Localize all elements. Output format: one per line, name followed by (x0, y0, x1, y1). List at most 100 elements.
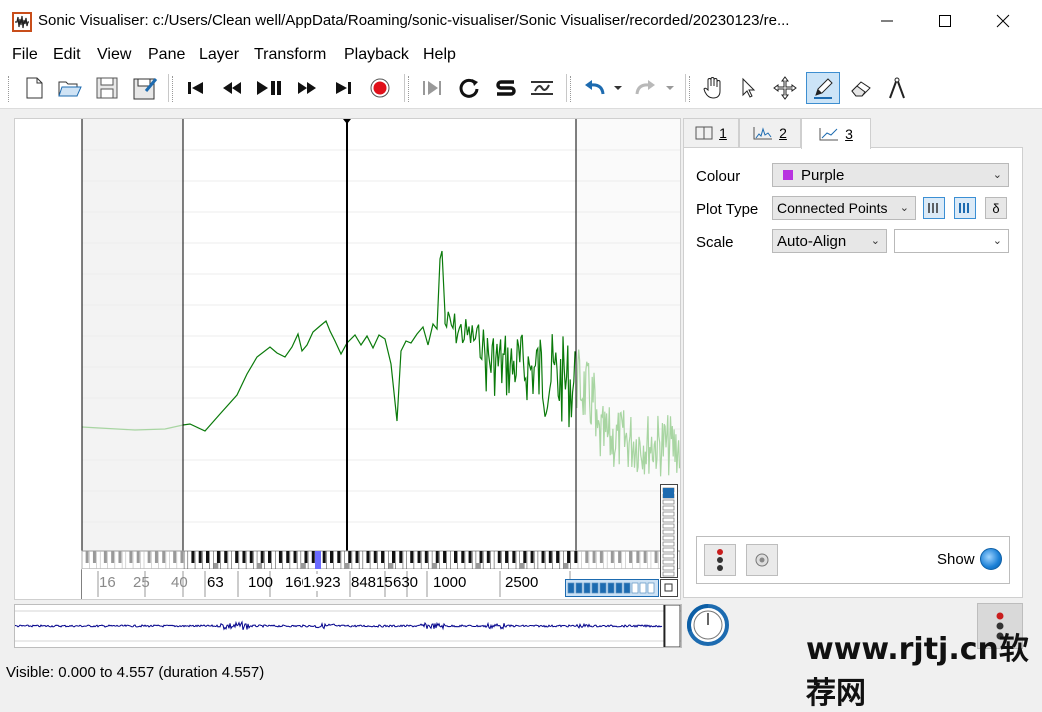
draw-tool[interactable] (806, 72, 840, 104)
horizontal-zoom-thumbwheel[interactable] (565, 579, 659, 597)
playhead-time-label: 1.923 (303, 574, 341, 591)
scale-value: Auto-Align (777, 232, 847, 250)
menu-transform[interactable]: Transform (254, 46, 326, 64)
minimize-button[interactable] (858, 0, 916, 42)
redo-button[interactable] (631, 73, 661, 103)
move-tool[interactable] (770, 73, 800, 103)
vertical-zoom-thumbwheel[interactable] (660, 484, 678, 578)
traffic-light-icon (717, 549, 723, 571)
plot-type-label: Plot Type (696, 201, 759, 218)
erase-icon (851, 81, 871, 97)
colour-label: Colour (696, 168, 741, 185)
play-pause-icon (257, 81, 281, 95)
scale-select[interactable]: Auto-Align ⌄ (772, 229, 887, 253)
open-button[interactable] (55, 73, 85, 103)
play-selection-button[interactable] (417, 73, 447, 103)
overview-waveform[interactable] (14, 604, 682, 648)
fast-forward-icon (298, 82, 316, 94)
navigate-icon (703, 77, 721, 99)
follow-playback-button[interactable] (527, 73, 557, 103)
menu-pane[interactable]: Pane (148, 46, 185, 64)
save-button[interactable] (92, 73, 122, 103)
bins-toggle-button[interactable] (923, 197, 945, 219)
play-layer-button[interactable] (746, 544, 778, 576)
freq-label: 848 (351, 574, 377, 591)
measure-icon (889, 77, 905, 99)
menu-edit[interactable]: Edit (53, 46, 81, 64)
playback-speed-dial[interactable] (686, 603, 730, 647)
tab-label: 3 (845, 126, 853, 142)
undo-icon (585, 80, 605, 95)
erase-tool[interactable] (846, 73, 876, 103)
tab-layer-1[interactable]: 1 (683, 118, 739, 147)
tab-layer-2[interactable]: 2 (739, 118, 801, 147)
solo-button[interactable] (491, 73, 521, 103)
play-pause-button[interactable] (254, 73, 284, 103)
follow-playback-icon (531, 81, 553, 95)
close-button[interactable] (974, 0, 1032, 42)
toolbar-grip[interactable] (689, 76, 693, 102)
colour-swatch (783, 170, 793, 180)
overview-plot (14, 604, 681, 648)
plot-type-value: Connected Points (777, 200, 888, 216)
scale-label: Scale (696, 234, 734, 251)
menu-bar: File Edit View Pane Layer Transform Play… (0, 42, 1042, 68)
plot-type-select[interactable]: Connected Points ⌄ (772, 196, 916, 220)
bars-icon (959, 203, 969, 213)
bars-icon (928, 203, 938, 213)
menu-playback[interactable]: Playback (344, 46, 409, 64)
status-bar-text: Visible: 0.000 to 4.557 (duration 4.557) (6, 664, 265, 681)
layer-property-panel: 1 2 3 Colour Purple ⌄ Plot Type Connecte… (683, 118, 1023, 598)
redo-dropdown[interactable] (661, 73, 679, 103)
scale-unit-select[interactable]: ⌄ (894, 229, 1009, 253)
reset-zoom-button[interactable] (660, 579, 678, 597)
rewind-button[interactable] (217, 73, 247, 103)
rewind-start-button[interactable] (181, 73, 211, 103)
toolbar-grip[interactable] (172, 76, 176, 102)
toolbar-grip[interactable] (8, 76, 12, 102)
play-selection-icon (423, 81, 441, 95)
colour-select[interactable]: Purple ⌄ (772, 163, 1009, 187)
menu-help[interactable]: Help (423, 46, 456, 64)
freq-label: 630 (393, 574, 419, 591)
new-button[interactable] (19, 73, 49, 103)
toolbar-grip[interactable] (570, 76, 574, 102)
freq-label: 15 (376, 574, 393, 591)
minimize-icon (881, 20, 893, 22)
loop-button[interactable] (454, 73, 484, 103)
menu-file[interactable]: File (12, 46, 38, 64)
tab-label: 1 (719, 125, 727, 141)
close-icon (996, 14, 1010, 28)
spectrum-plot[interactable] (15, 119, 680, 599)
freq-label: 25 (133, 574, 150, 591)
layer-colour-button[interactable] (704, 544, 736, 576)
freq-label: 2500 (505, 574, 539, 591)
spectrum-pane[interactable]: 16 25 40 63 100 160 1.923 848 15 630 100… (14, 118, 681, 600)
undo-dropdown[interactable] (609, 73, 627, 103)
maximize-button[interactable] (916, 0, 974, 42)
show-toggle[interactable] (980, 548, 1002, 570)
fast-forward-button[interactable] (292, 73, 322, 103)
measure-tool[interactable] (882, 73, 912, 103)
select-tool[interactable] (733, 73, 763, 103)
record-icon (370, 78, 390, 98)
menu-layer[interactable]: Layer (199, 46, 239, 64)
toolbar-grip[interactable] (408, 76, 412, 102)
new-file-icon (26, 77, 43, 99)
colour-value: Purple (801, 166, 845, 184)
record-button[interactable] (365, 73, 395, 103)
undo-button[interactable] (579, 73, 609, 103)
tab-layer-3[interactable]: 3 (801, 118, 871, 149)
menu-view[interactable]: View (97, 46, 131, 64)
peaks-toggle-button[interactable] (954, 197, 976, 219)
forward-end-button[interactable] (328, 73, 358, 103)
navigate-tool[interactable] (697, 73, 727, 103)
delta-button[interactable]: δ (985, 197, 1007, 219)
toolbar (0, 68, 1042, 109)
save-session-button[interactable] (130, 73, 160, 103)
freq-label: 16 (99, 574, 116, 591)
freq-label: 100 (248, 574, 274, 591)
freq-label: 63 (207, 574, 224, 591)
app-icon (12, 12, 32, 32)
select-icon (742, 77, 756, 98)
